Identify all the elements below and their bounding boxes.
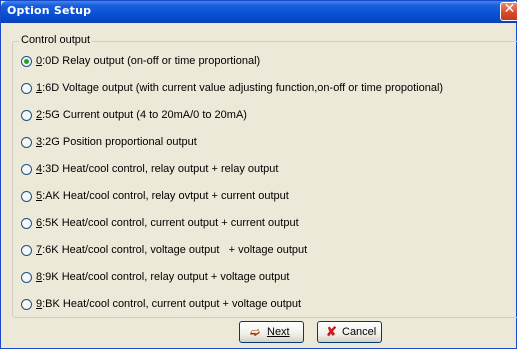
radio-option-label: 5:AK Heat/cool control, relay ovtput + c… bbox=[36, 190, 289, 202]
radio-button[interactable] bbox=[21, 83, 32, 94]
next-button[interactable]: ➫ Next bbox=[239, 321, 304, 343]
close-icon: ✕ bbox=[503, 1, 516, 17]
option-text: :6K Heat/cool control, voltage output + … bbox=[42, 244, 308, 256]
radio-option-label: 2:5G Current output (4 to 20mA/0 to 20mA… bbox=[36, 109, 247, 121]
dialog-title: Option Setup bbox=[7, 4, 92, 17]
option-text: :BK Heat/cool control, current output + … bbox=[42, 298, 302, 310]
close-button[interactable]: ✕ bbox=[500, 1, 517, 21]
radio-button[interactable] bbox=[21, 164, 32, 175]
radio-option-label: 8:9K Heat/cool control, relay output + v… bbox=[36, 271, 289, 283]
radio-option-label: 7:6K Heat/cool control, voltage output +… bbox=[36, 244, 307, 256]
radio-option-label: 6:5K Heat/cool control, current output +… bbox=[36, 217, 299, 229]
radio-option-label: 9:BK Heat/cool control, current output +… bbox=[36, 298, 301, 310]
option-text: :3D Heat/cool control, relay output + re… bbox=[42, 163, 279, 175]
option-text: :AK Heat/cool control, relay ovtput + cu… bbox=[42, 190, 289, 202]
radio-button[interactable] bbox=[21, 272, 32, 283]
radio-button[interactable] bbox=[21, 137, 32, 148]
radio-option-label: 0:0D Relay output (on-off or time propor… bbox=[36, 55, 260, 67]
option-text: :6D Voltage output (with current value a… bbox=[42, 82, 444, 94]
radio-option-label: 4:3D Heat/cool control, relay output + r… bbox=[36, 163, 278, 175]
option-text: :5K Heat/cool control, current output + … bbox=[42, 217, 299, 229]
radio-button[interactable] bbox=[21, 299, 32, 310]
group-legend: Control output bbox=[19, 34, 93, 46]
cancel-x-icon: ✘ bbox=[326, 324, 337, 339]
radio-button[interactable] bbox=[21, 218, 32, 229]
option-text: :9K Heat/cool control, relay output + vo… bbox=[42, 271, 290, 283]
radio-button[interactable] bbox=[21, 191, 32, 202]
radio-button[interactable] bbox=[21, 110, 32, 121]
cancel-button[interactable]: ✘ Cancel bbox=[317, 321, 382, 343]
radio-button[interactable] bbox=[21, 245, 32, 256]
cancel-button-label: Cancel bbox=[342, 326, 377, 338]
next-arrow-icon: ➫ bbox=[250, 325, 261, 339]
option-setup-dialog: Option Setup ✕ Control output 0:0D Relay… bbox=[0, 0, 517, 349]
title-bar[interactable]: Option Setup ✕ bbox=[1, 1, 517, 23]
next-button-label: Next bbox=[267, 326, 290, 338]
radio-option-label: 1:6D Voltage output (with current value … bbox=[36, 82, 443, 94]
option-text: :2G Position proportional output bbox=[42, 136, 197, 148]
option-text: :0D Relay output (on-off or time proport… bbox=[42, 55, 261, 67]
option-text: :5G Current output (4 to 20mA/0 to 20mA) bbox=[42, 109, 247, 121]
radio-button[interactable] bbox=[21, 56, 32, 67]
radio-option-label: 3:2G Position proportional output bbox=[36, 136, 197, 148]
